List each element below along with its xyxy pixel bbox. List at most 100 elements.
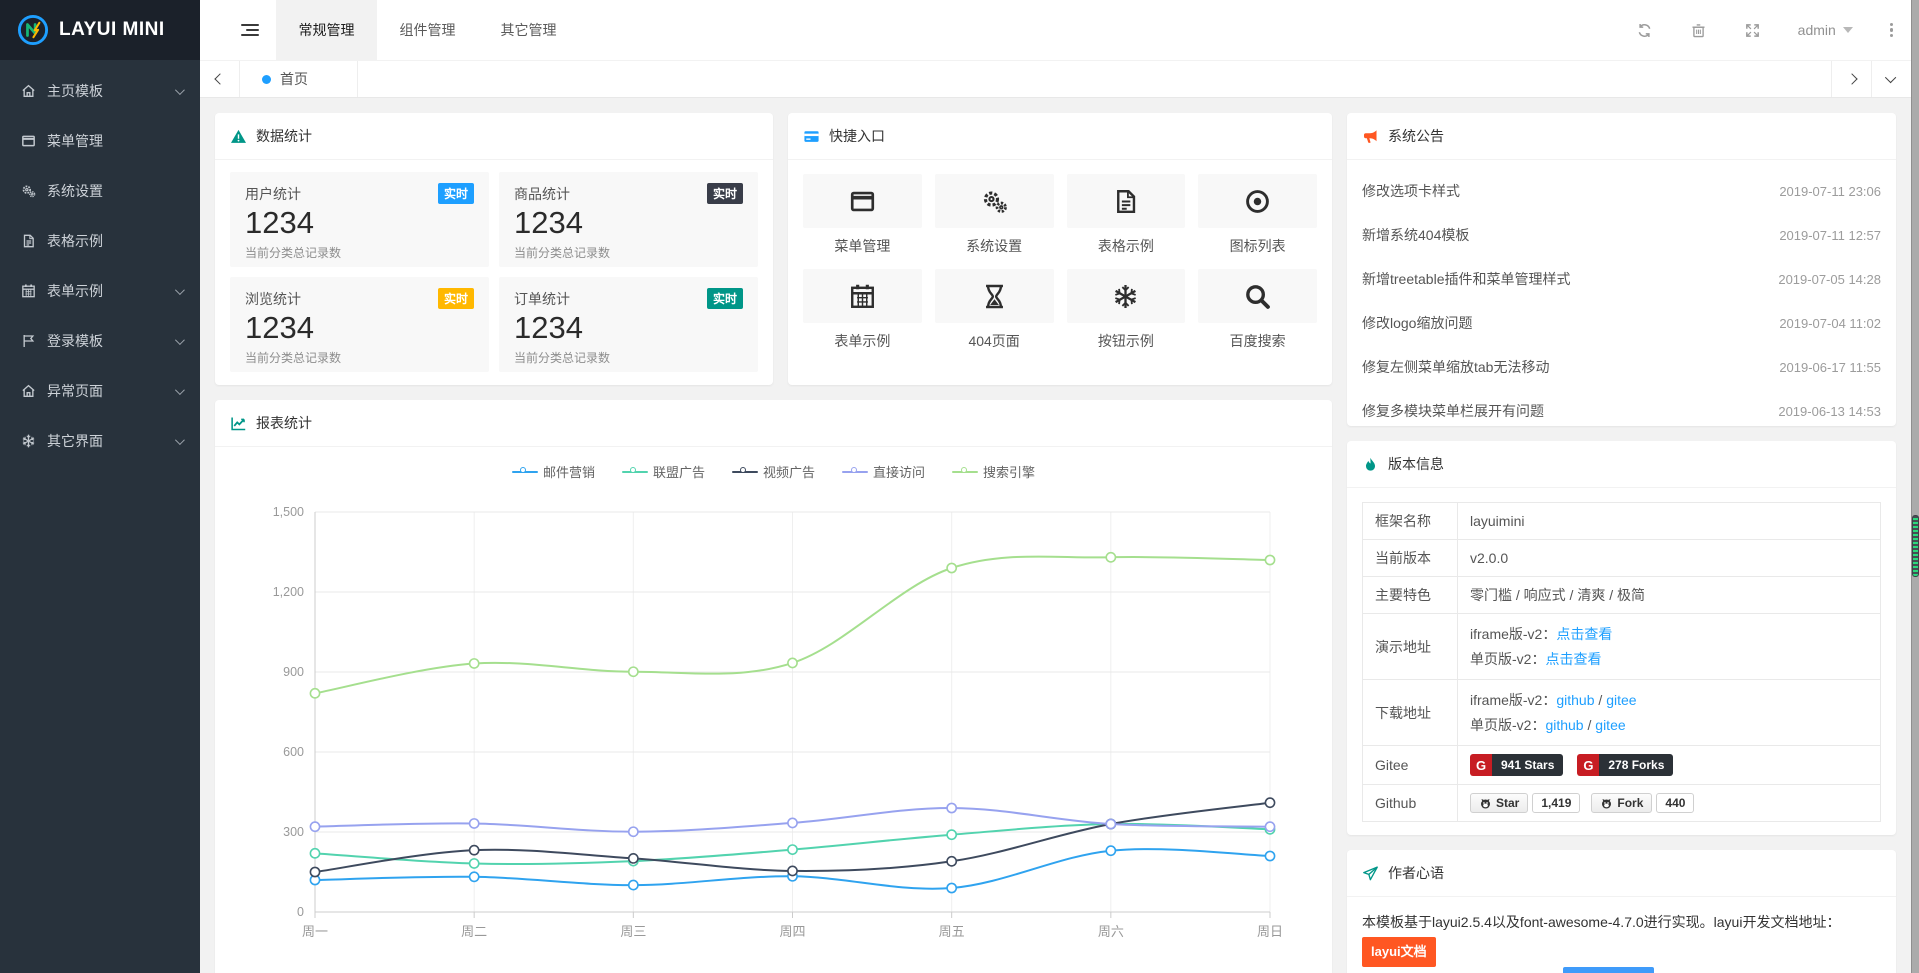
data-point (788, 658, 797, 667)
data-point (470, 819, 479, 828)
chart-legend: 邮件营销 联盟广告 视频广告 直接访问 搜索引擎 (215, 447, 1332, 481)
data-point (1106, 553, 1115, 562)
link-点击查看[interactable]: 点击查看 (1556, 626, 1612, 642)
legend-marker (622, 467, 648, 477)
stat-box-0[interactable]: 用户统计实时1234当前分类总记录数 (230, 172, 489, 267)
more-menu-icon[interactable] (1890, 23, 1893, 38)
gitee-badge[interactable]: G278 Forks (1577, 754, 1673, 776)
open-tab-0[interactable]: 首页 (240, 61, 358, 97)
chevron-down-icon (1884, 72, 1895, 83)
sidebar-toggle-button[interactable] (224, 0, 276, 60)
link-点击查看[interactable]: 点击查看 (1545, 651, 1601, 667)
header-nav-tab-0[interactable]: 常规管理 (276, 0, 377, 60)
announcement-item-1[interactable]: 新增系统404模板2019-07-11 12:57 (1362, 213, 1881, 257)
announcement-item-5[interactable]: 修复多模块菜单栏展开有问题2019-06-13 14:53 (1362, 389, 1881, 426)
quick-entry-label: 表格示例 (1067, 236, 1186, 256)
data-point (310, 689, 319, 698)
legend-item-1[interactable]: 联盟广告 (622, 462, 705, 481)
stat-value: 1234 (514, 310, 743, 346)
quick-entry-6[interactable]: 按钮示例 (1067, 269, 1186, 351)
gears-icon (20, 183, 37, 199)
tab-operations-button[interactable] (1871, 61, 1911, 97)
header-nav-tab-2[interactable]: 其它管理 (478, 0, 579, 60)
chevron-down-icon (175, 335, 185, 345)
legend-item-3[interactable]: 直接访问 (842, 462, 925, 481)
quick-entry-3[interactable]: 图标列表 (1198, 174, 1317, 256)
gitee-badge[interactable]: G941 Stars (1470, 754, 1563, 776)
legend-item-2[interactable]: 视频广告 (732, 462, 815, 481)
svg-text:周一: 周一 (302, 924, 328, 939)
announcement-item-2[interactable]: 新增treetable插件和菜单管理样式2019-07-05 14:28 (1362, 257, 1881, 301)
link-gitee[interactable]: gitee (1595, 717, 1625, 733)
home-icon (20, 83, 37, 99)
sidebar-item-4[interactable]: 表单示例 (0, 266, 200, 316)
sidebar-item-label: 异常页面 (47, 381, 175, 401)
quick-entry-5[interactable]: 404页面 (935, 269, 1054, 351)
github-fork-button[interactable]: Fork (1591, 793, 1652, 813)
fullscreen-icon[interactable] (1744, 22, 1761, 39)
tab-scroll-right-button[interactable] (1831, 61, 1871, 97)
legend-item-4[interactable]: 搜索引擎 (952, 462, 1035, 481)
announcement-item-4[interactable]: 修复左侧菜单缩放tab无法移动2019-06-17 11:55 (1362, 345, 1881, 389)
svg-text:1,500: 1,500 (273, 505, 304, 519)
quick-entry-4[interactable]: 表单示例 (803, 269, 922, 351)
version-info-card: 版本信息 框架名称layuimini当前版本v2.0.0主要特色零门槛 / 响应… (1347, 441, 1896, 835)
sidebar-item-label: 其它界面 (47, 431, 175, 451)
card-title: 版本信息 (1388, 454, 1444, 474)
quick-entry-1[interactable]: 系统设置 (935, 174, 1054, 256)
legend-item-0[interactable]: 邮件营销 (512, 462, 595, 481)
logo[interactable]: LAYUI MINI (0, 0, 200, 60)
quick-entry-7[interactable]: 百度搜索 (1198, 269, 1317, 351)
github-fork-count[interactable]: 440 (1656, 793, 1694, 813)
calendar-icon (20, 283, 37, 299)
sidebar-item-label: 菜单管理 (47, 131, 182, 151)
version-row-0: 框架名称layuimini (1363, 503, 1881, 540)
version-label: 主要特色 (1363, 577, 1458, 614)
hamburger-icon (241, 21, 259, 39)
data-point (947, 803, 956, 812)
link-prefix: 单页版-v2： (1470, 651, 1545, 667)
sidebar-item-1[interactable]: 菜单管理 (0, 116, 200, 166)
version-row-2: 主要特色零门槛 / 响应式 / 清爽 / 极简 (1363, 577, 1881, 614)
link-github[interactable]: github (1556, 692, 1594, 708)
github-star-count[interactable]: 1,419 (1532, 793, 1580, 813)
sidebar-item-3[interactable]: 表格示例 (0, 216, 200, 266)
announcement-text: 修复多模块菜单栏展开有问题 (1362, 401, 1544, 421)
logo-text: LAYUI MINI (59, 19, 165, 41)
stat-box-3[interactable]: 订单统计实时1234当前分类总记录数 (499, 277, 758, 372)
sidebar-item-7[interactable]: 其它界面 (0, 416, 200, 466)
legend-marker (512, 467, 538, 477)
svg-text:600: 600 (283, 745, 304, 759)
sidebar-item-2[interactable]: 系统设置 (0, 166, 200, 216)
data-point (470, 859, 479, 868)
version-label: Github (1363, 785, 1458, 822)
link-github[interactable]: github (1545, 717, 1583, 733)
qq-group-badge[interactable]: 加入QQ群 (1563, 967, 1654, 973)
announcement-item-0[interactable]: 修改选项卡样式2019-07-11 23:06 (1362, 169, 1881, 213)
sidebar-item-label: 表格示例 (47, 231, 182, 251)
refresh-icon[interactable] (1636, 22, 1653, 39)
clear-cache-icon[interactable] (1690, 22, 1707, 39)
data-point (470, 872, 479, 881)
sidebar-item-5[interactable]: 登录模板 (0, 316, 200, 366)
user-dropdown[interactable]: admin (1798, 22, 1853, 38)
github-star-button[interactable]: Star (1470, 793, 1528, 813)
quick-entry-2[interactable]: 表格示例 (1067, 174, 1186, 256)
sidebar-item-6[interactable]: 异常页面 (0, 366, 200, 416)
quick-entry-0[interactable]: 菜单管理 (803, 174, 922, 256)
layui-doc-badge[interactable]: layui文档 (1362, 937, 1436, 968)
stat-box-2[interactable]: 浏览统计实时1234当前分类总记录数 (230, 277, 489, 372)
legend-label: 直接访问 (873, 462, 925, 481)
announcement-date: 2019-07-04 11:02 (1779, 316, 1881, 331)
page-scrollbar[interactable] (1911, 0, 1919, 973)
header-nav-tab-1[interactable]: 组件管理 (377, 0, 478, 60)
link-gitee[interactable]: gitee (1606, 692, 1636, 708)
topbar: 常规管理组件管理其它管理 admin (200, 0, 1919, 60)
legend-label: 联盟广告 (653, 462, 705, 481)
tab-scroll-left-button[interactable] (200, 61, 240, 97)
stat-box-1[interactable]: 商品统计实时1234当前分类总记录数 (499, 172, 758, 267)
sidebar-item-0[interactable]: 主页模板 (0, 66, 200, 116)
scrollbar-thumb[interactable] (1912, 515, 1919, 577)
announcement-item-3[interactable]: 修改logo缩放问题2019-07-04 11:02 (1362, 301, 1881, 345)
status-badge: 实时 (707, 183, 743, 204)
